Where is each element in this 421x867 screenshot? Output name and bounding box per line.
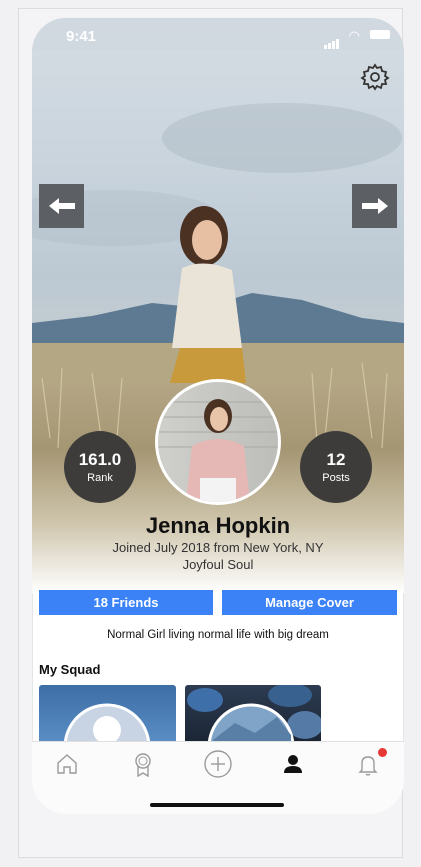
arrow-left-icon	[48, 198, 75, 214]
profile-name: Jenna Hopkin	[145, 513, 291, 538]
profile-icon[interactable]	[280, 751, 306, 777]
bell-icon[interactable]	[355, 751, 381, 777]
home-icon[interactable]	[54, 751, 80, 777]
squad-member-tile[interactable]	[39, 685, 176, 745]
avatar-portrait	[158, 399, 278, 502]
squad-member-avatar	[63, 703, 151, 745]
avatar-photo	[158, 382, 278, 502]
profile-tagline: Joyfoul Soul	[182, 557, 254, 572]
battery-icon	[370, 30, 390, 39]
notification-dot	[378, 748, 387, 757]
phone-screen: 9:41 ◠ 161.0 Rank 12 Posts Jenna Hopkin …	[32, 18, 404, 814]
manage-cover-button[interactable]: Manage Cover	[222, 590, 397, 615]
status-bar: 9:41 ◠	[32, 18, 404, 50]
badge-icon[interactable]	[130, 751, 156, 777]
next-cover-button[interactable]	[352, 184, 397, 228]
settings-gear-icon[interactable]	[360, 62, 390, 92]
signal-icon	[324, 31, 340, 49]
rank-badge: 161.0 Rank	[64, 431, 136, 503]
cover-scenery	[32, 103, 404, 459]
posts-badge[interactable]: 12 Posts	[300, 431, 372, 503]
squad-title: My Squad	[39, 662, 101, 677]
posts-value: 12	[326, 450, 346, 469]
rank-label: Rank	[87, 472, 113, 484]
profile-bio: Normal Girl living normal life with big …	[107, 629, 329, 641]
joined-info: Joined July 2018 from New York, NY	[112, 540, 324, 555]
rank-value: 161.0	[78, 450, 122, 469]
status-time: 9:41	[66, 28, 97, 45]
posts-label: Posts	[322, 472, 350, 484]
previous-cover-button[interactable]	[39, 184, 84, 228]
wifi-icon: ◠	[348, 28, 360, 43]
cover-photo: 9:41 ◠ 161.0 Rank 12 Posts Jenna Hopkin …	[32, 18, 404, 593]
squad-member-tile[interactable]	[185, 685, 321, 745]
add-icon[interactable]	[203, 749, 233, 779]
home-indicator[interactable]	[150, 803, 284, 807]
avatar[interactable]	[155, 379, 281, 505]
arrow-right-icon	[361, 198, 388, 214]
friends-button[interactable]: 18 Friends	[39, 590, 213, 615]
squad-member-avatar	[187, 685, 321, 745]
